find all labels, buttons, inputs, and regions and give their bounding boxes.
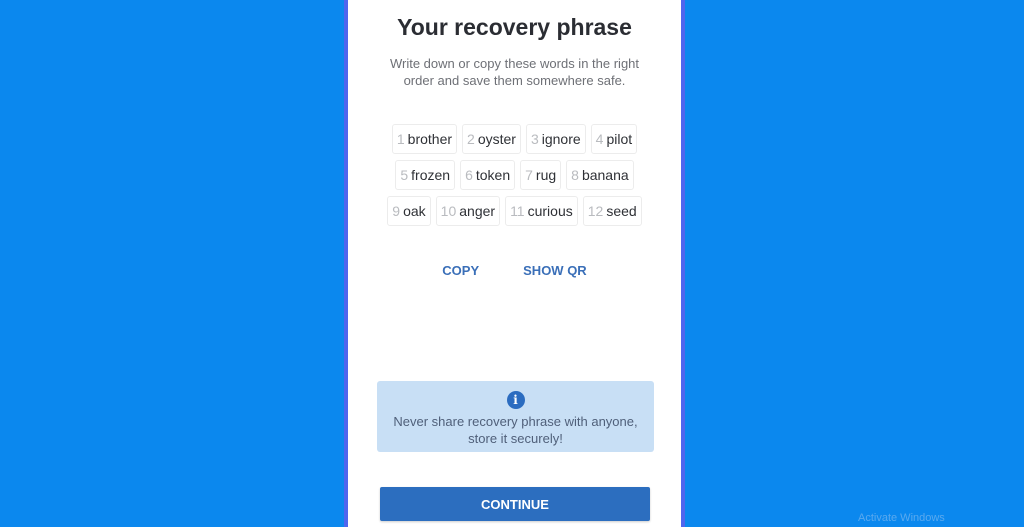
- word-row: 1 brother 2 oyster 3 ignore 4 pilot: [368, 124, 661, 154]
- word-chip: 2 oyster: [462, 124, 521, 154]
- word-number: 4: [595, 131, 604, 147]
- word-number: 1: [396, 131, 405, 147]
- word-row: 9 oak 10 anger 11 curious 12 seed: [368, 196, 661, 226]
- word-number: 11: [510, 203, 525, 219]
- word-chip: 3 ignore: [525, 124, 586, 154]
- security-notice: i Never share recovery phrase with anyon…: [377, 381, 654, 452]
- word-chip: 11 curious: [505, 196, 578, 226]
- word-number: 8: [571, 167, 579, 183]
- word-text: token: [475, 167, 511, 183]
- word-text: oyster: [477, 131, 516, 147]
- word-number: 7: [525, 167, 533, 183]
- word-chip: 4 pilot: [590, 124, 638, 154]
- word-text: curious: [527, 203, 573, 219]
- recovery-phrase-screen: Your recovery phrase Write down or copy …: [344, 0, 685, 527]
- word-text: pilot: [606, 131, 633, 147]
- word-row: 5 frozen 6 token 7 rug 8 banana: [368, 160, 661, 190]
- word-chip: 12 seed: [582, 196, 642, 226]
- word-text: ignore: [541, 131, 581, 147]
- word-chip: 6 token: [460, 160, 516, 190]
- notice-line-2: store it securely!: [468, 431, 563, 446]
- word-text: frozen: [411, 167, 451, 183]
- word-text: oak: [403, 203, 426, 219]
- word-number: 6: [465, 167, 473, 183]
- activate-windows-watermark: Activate Windows: [858, 512, 945, 524]
- word-number: 12: [587, 203, 604, 219]
- show-qr-button[interactable]: SHOW QR: [523, 263, 587, 278]
- copy-button[interactable]: COPY: [442, 263, 479, 278]
- word-text: seed: [606, 203, 637, 219]
- word-chip: 10 anger: [435, 196, 501, 226]
- word-chip: 7 rug: [520, 160, 562, 190]
- word-number: 2: [467, 131, 475, 147]
- word-chip: 9 oak: [387, 196, 431, 226]
- continue-button[interactable]: CONTINUE: [380, 487, 650, 521]
- word-number: 3: [530, 131, 539, 147]
- word-chip: 1 brother: [391, 124, 458, 154]
- word-number: 10: [440, 203, 457, 219]
- word-text: banana: [581, 167, 629, 183]
- info-icon: i: [506, 391, 525, 409]
- word-chip: 5 frozen: [395, 160, 456, 190]
- recovery-word-grid: 1 brother 2 oyster 3 ignore 4 pilot 5 frozen …: [368, 124, 661, 232]
- word-text: rug: [535, 167, 557, 183]
- word-number: 9: [392, 203, 401, 219]
- page-title: Your recovery phrase: [397, 14, 632, 40]
- word-number: 5: [400, 167, 409, 183]
- page-subtitle: Write down or copy these words in the ri…: [389, 56, 640, 88]
- word-chip: 8 banana: [566, 160, 634, 190]
- word-text: brother: [407, 131, 453, 147]
- notice-line-1: Never share recovery phrase with anyone,: [393, 414, 638, 429]
- phrase-actions: COPY SHOW QR: [348, 263, 681, 278]
- word-text: anger: [459, 203, 496, 219]
- notice-text: Never share recovery phrase with anyone,…: [377, 413, 654, 447]
